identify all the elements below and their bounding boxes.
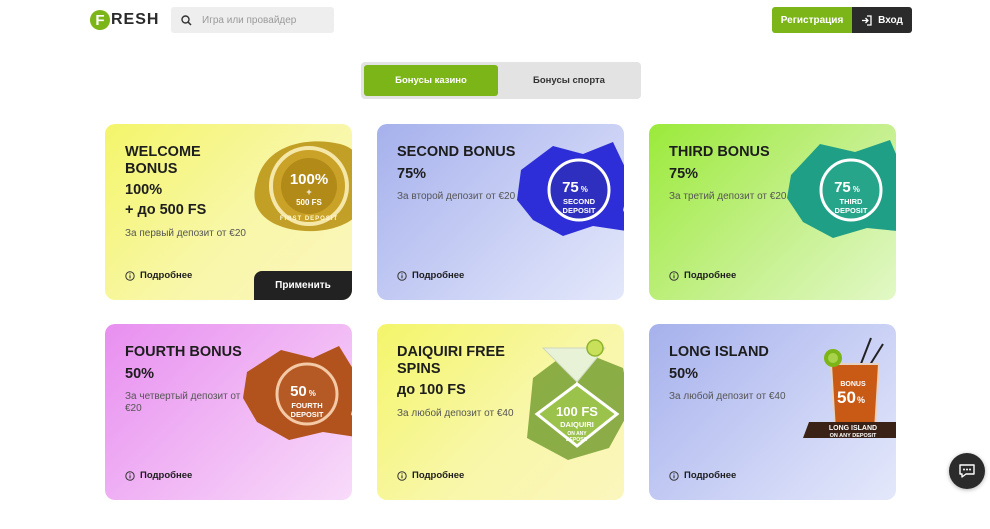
badge-value: 100 FS	[556, 404, 598, 419]
info-icon	[125, 470, 135, 481]
details-link[interactable]: Подробнее	[125, 470, 192, 481]
badge-label-1: DAIQUIRI	[560, 420, 594, 429]
card-title: LONG ISLAND	[669, 344, 769, 360]
card-amount: 50%	[669, 366, 699, 382]
details-link[interactable]: Подробнее	[669, 470, 736, 481]
logo-text: RESH	[111, 11, 160, 28]
bonus-card-second[interactable]: SECOND BONUS 75% За второй депозит от €2…	[377, 124, 624, 300]
daiquiri-badge: 100 FS DAIQUIRI ON ANY DEPOSIT	[527, 339, 624, 460]
tab-casino-bonuses[interactable]: Бонусы казино	[364, 65, 498, 96]
badge-label-2: LONG ISLAND	[829, 425, 877, 432]
chat-button[interactable]	[949, 453, 985, 489]
bonus-card-welcome[interactable]: WELCOME BONUS 100% + до 500 FS За первый…	[105, 124, 352, 300]
details-link[interactable]: Подробнее	[397, 270, 464, 281]
third-deposit-badge: 75% THIRD DEPOSIT	[787, 140, 896, 238]
info-icon	[125, 270, 135, 281]
bonus-card-third[interactable]: THIRD BONUS 75% За третий депозит от €20…	[649, 124, 896, 300]
info-icon	[397, 470, 407, 481]
tab-sport-bonuses[interactable]: Бонусы спорта	[502, 65, 636, 96]
logo[interactable]: F RESH	[90, 9, 159, 31]
second-deposit-badge: 75% SECOND DEPOSIT	[517, 142, 624, 236]
info-icon	[669, 270, 679, 281]
search-bar[interactable]	[171, 7, 334, 33]
badge-label-1: SECOND	[563, 197, 596, 206]
chat-icon	[959, 464, 975, 478]
info-icon	[669, 470, 679, 481]
card-amount: 75%	[397, 166, 427, 182]
apply-button[interactable]: Применить	[254, 271, 352, 300]
badge-label-1: BONUS	[840, 381, 866, 388]
badge-label-3: DEPOSIT	[566, 437, 588, 443]
card-amount: до 100 FS	[397, 382, 466, 398]
card-title: FOURTH BONUS	[125, 344, 242, 360]
details-link[interactable]: Подробнее	[125, 270, 192, 281]
bonus-card-daiquiri[interactable]: DAIQUIRI FREE SPINS до 100 FS За любой д…	[377, 324, 624, 500]
badge-fs: 500 FS	[296, 198, 322, 207]
logo-icon: F	[90, 10, 110, 30]
details-link[interactable]: Подробнее	[669, 270, 736, 281]
first-deposit-badge: 100% + 500 FS FIRST DEPOSIT	[254, 141, 352, 232]
fourth-deposit-badge: 50% FOURTH DEPOSIT	[243, 346, 352, 440]
card-amount: 50%	[125, 366, 155, 382]
register-button[interactable]: Регистрация	[772, 7, 852, 33]
search-input[interactable]	[200, 13, 324, 27]
card-title: DAIQUIRI FREE SPINS	[397, 344, 505, 377]
badge-label-3: ON ANY DEPOSIT	[830, 433, 877, 439]
bonus-tabs: Бонусы казино Бонусы спорта	[361, 62, 641, 99]
badge-label-2: DEPOSIT	[835, 206, 868, 215]
login-icon	[862, 14, 872, 26]
badge-label-2: DEPOSIT	[563, 206, 596, 215]
card-title: THIRD BONUS	[669, 144, 770, 160]
search-icon	[181, 14, 192, 26]
long-island-badge: BONUS 50% LONG ISLAND ON ANY DEPOSIT	[803, 337, 896, 439]
badge-label-1: FOURTH	[291, 401, 322, 410]
badge-plus: +	[306, 187, 311, 197]
info-icon	[397, 270, 407, 281]
card-amount: 75%	[669, 166, 699, 182]
card-amount: 100% + до 500 FS	[125, 182, 207, 218]
card-title: WELCOME BONUS	[125, 144, 201, 177]
card-description: За четвертый депозит от €20	[125, 391, 241, 414]
header: F RESH Регистрация Вход	[0, 0, 990, 40]
badge-value: 100%	[290, 171, 328, 188]
login-button[interactable]: Вход	[852, 7, 912, 33]
badge-label-2: DEPOSIT	[291, 410, 324, 419]
card-description: За первый депозит от €20	[125, 228, 246, 239]
details-link[interactable]: Подробнее	[397, 470, 464, 481]
bonus-card-long-island[interactable]: LONG ISLAND 50% За любой депозит от €40 …	[649, 324, 896, 500]
bonus-card-fourth[interactable]: FOURTH BONUS 50% За четвертый депозит от…	[105, 324, 352, 500]
card-title: SECOND BONUS	[397, 144, 516, 160]
badge-arc-text: FIRST DEPOSIT	[280, 216, 338, 222]
badge-label-1: THIRD	[840, 197, 863, 206]
